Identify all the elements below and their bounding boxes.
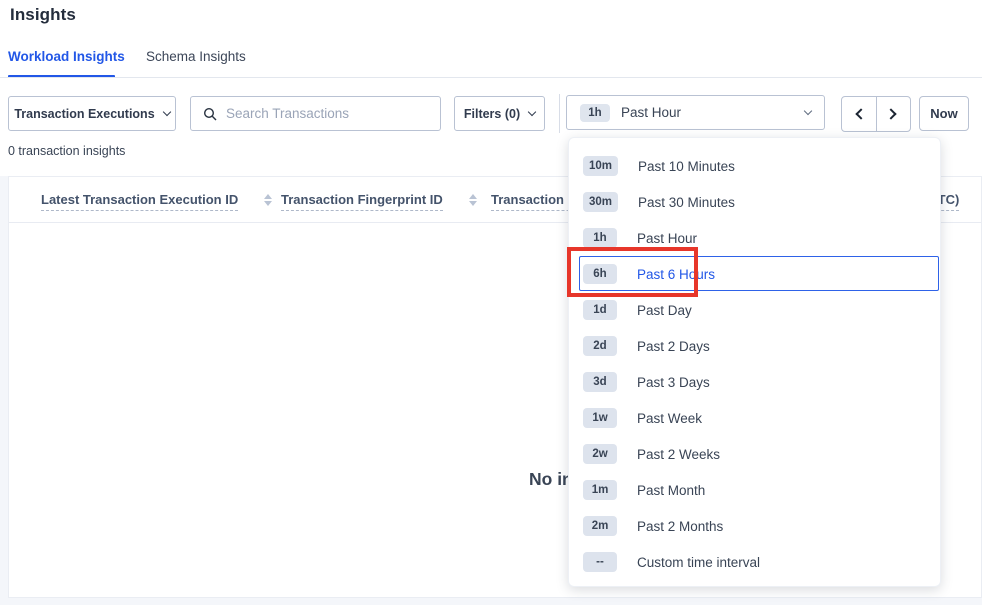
column-header-latest-transaction-execution-id[interactable]: Latest Transaction Execution ID (41, 192, 272, 211)
entity-type-dropdown[interactable]: Transaction Executions (8, 96, 176, 131)
chevron-right-icon (886, 108, 897, 119)
menu-item-past-3-days[interactable]: 3d Past 3 Days (569, 364, 940, 400)
toolbar-divider (559, 94, 560, 133)
search-box[interactable] (190, 96, 441, 131)
time-interval-picker[interactable]: 1h Past Hour (566, 95, 825, 130)
chevron-left-icon (855, 108, 866, 119)
menu-item-past-10-minutes[interactable]: 10m Past 10 Minutes (569, 148, 940, 184)
column-header-transaction-fingerprint-id[interactable]: Transaction Fingerprint ID (281, 192, 477, 211)
menu-item-past-2-weeks[interactable]: 2w Past 2 Weeks (569, 436, 940, 472)
tab-workload-insights[interactable]: Workload Insights (8, 49, 125, 64)
search-input[interactable] (226, 106, 428, 121)
tabs-divider-line (0, 77, 982, 78)
time-interval-dropdown-menu: 10m Past 10 Minutes 30m Past 30 Minutes … (568, 137, 941, 587)
menu-item-past-week[interactable]: 1w Past Week (569, 400, 940, 436)
entity-type-label: Transaction Executions (14, 107, 154, 121)
time-range-arrows (841, 96, 911, 132)
insights-page: Insights Workload Insights Schema Insigh… (0, 0, 982, 605)
time-interval-label: Past Hour (621, 105, 805, 120)
previous-interval-button[interactable] (842, 97, 877, 131)
time-interval-badge: 1h (580, 104, 610, 122)
menu-item-custom-time-interval[interactable]: -- Custom time interval (569, 544, 940, 580)
next-interval-button[interactable] (877, 97, 911, 131)
focused-item-ring (579, 256, 939, 291)
menu-item-past-6-hours[interactable]: 6h Past 6 Hours (569, 256, 940, 292)
filters-dropdown-button[interactable]: Filters (0) (454, 96, 545, 131)
menu-item-past-30-minutes[interactable]: 30m Past 30 Minutes (569, 184, 940, 220)
menu-item-past-2-months[interactable]: 2m Past 2 Months (569, 508, 940, 544)
sort-icon[interactable] (264, 194, 272, 206)
chevron-down-icon (162, 107, 170, 115)
sort-icon[interactable] (469, 194, 477, 206)
menu-item-past-hour[interactable]: 1h Past Hour (569, 220, 940, 256)
insights-count-text: 0 transaction insights (8, 144, 125, 158)
page-title: Insights (10, 5, 76, 25)
chevron-down-icon (528, 107, 536, 115)
menu-item-past-month[interactable]: 1m Past Month (569, 472, 940, 508)
now-label: Now (930, 106, 957, 121)
chevron-down-icon (804, 107, 812, 115)
tab-schema-insights[interactable]: Schema Insights (146, 49, 246, 64)
filters-label: Filters (0) (464, 107, 520, 121)
menu-item-past-day[interactable]: 1d Past Day (569, 292, 940, 328)
now-button[interactable]: Now (919, 96, 969, 131)
search-icon (203, 107, 217, 121)
menu-item-past-2-days[interactable]: 2d Past 2 Days (569, 328, 940, 364)
